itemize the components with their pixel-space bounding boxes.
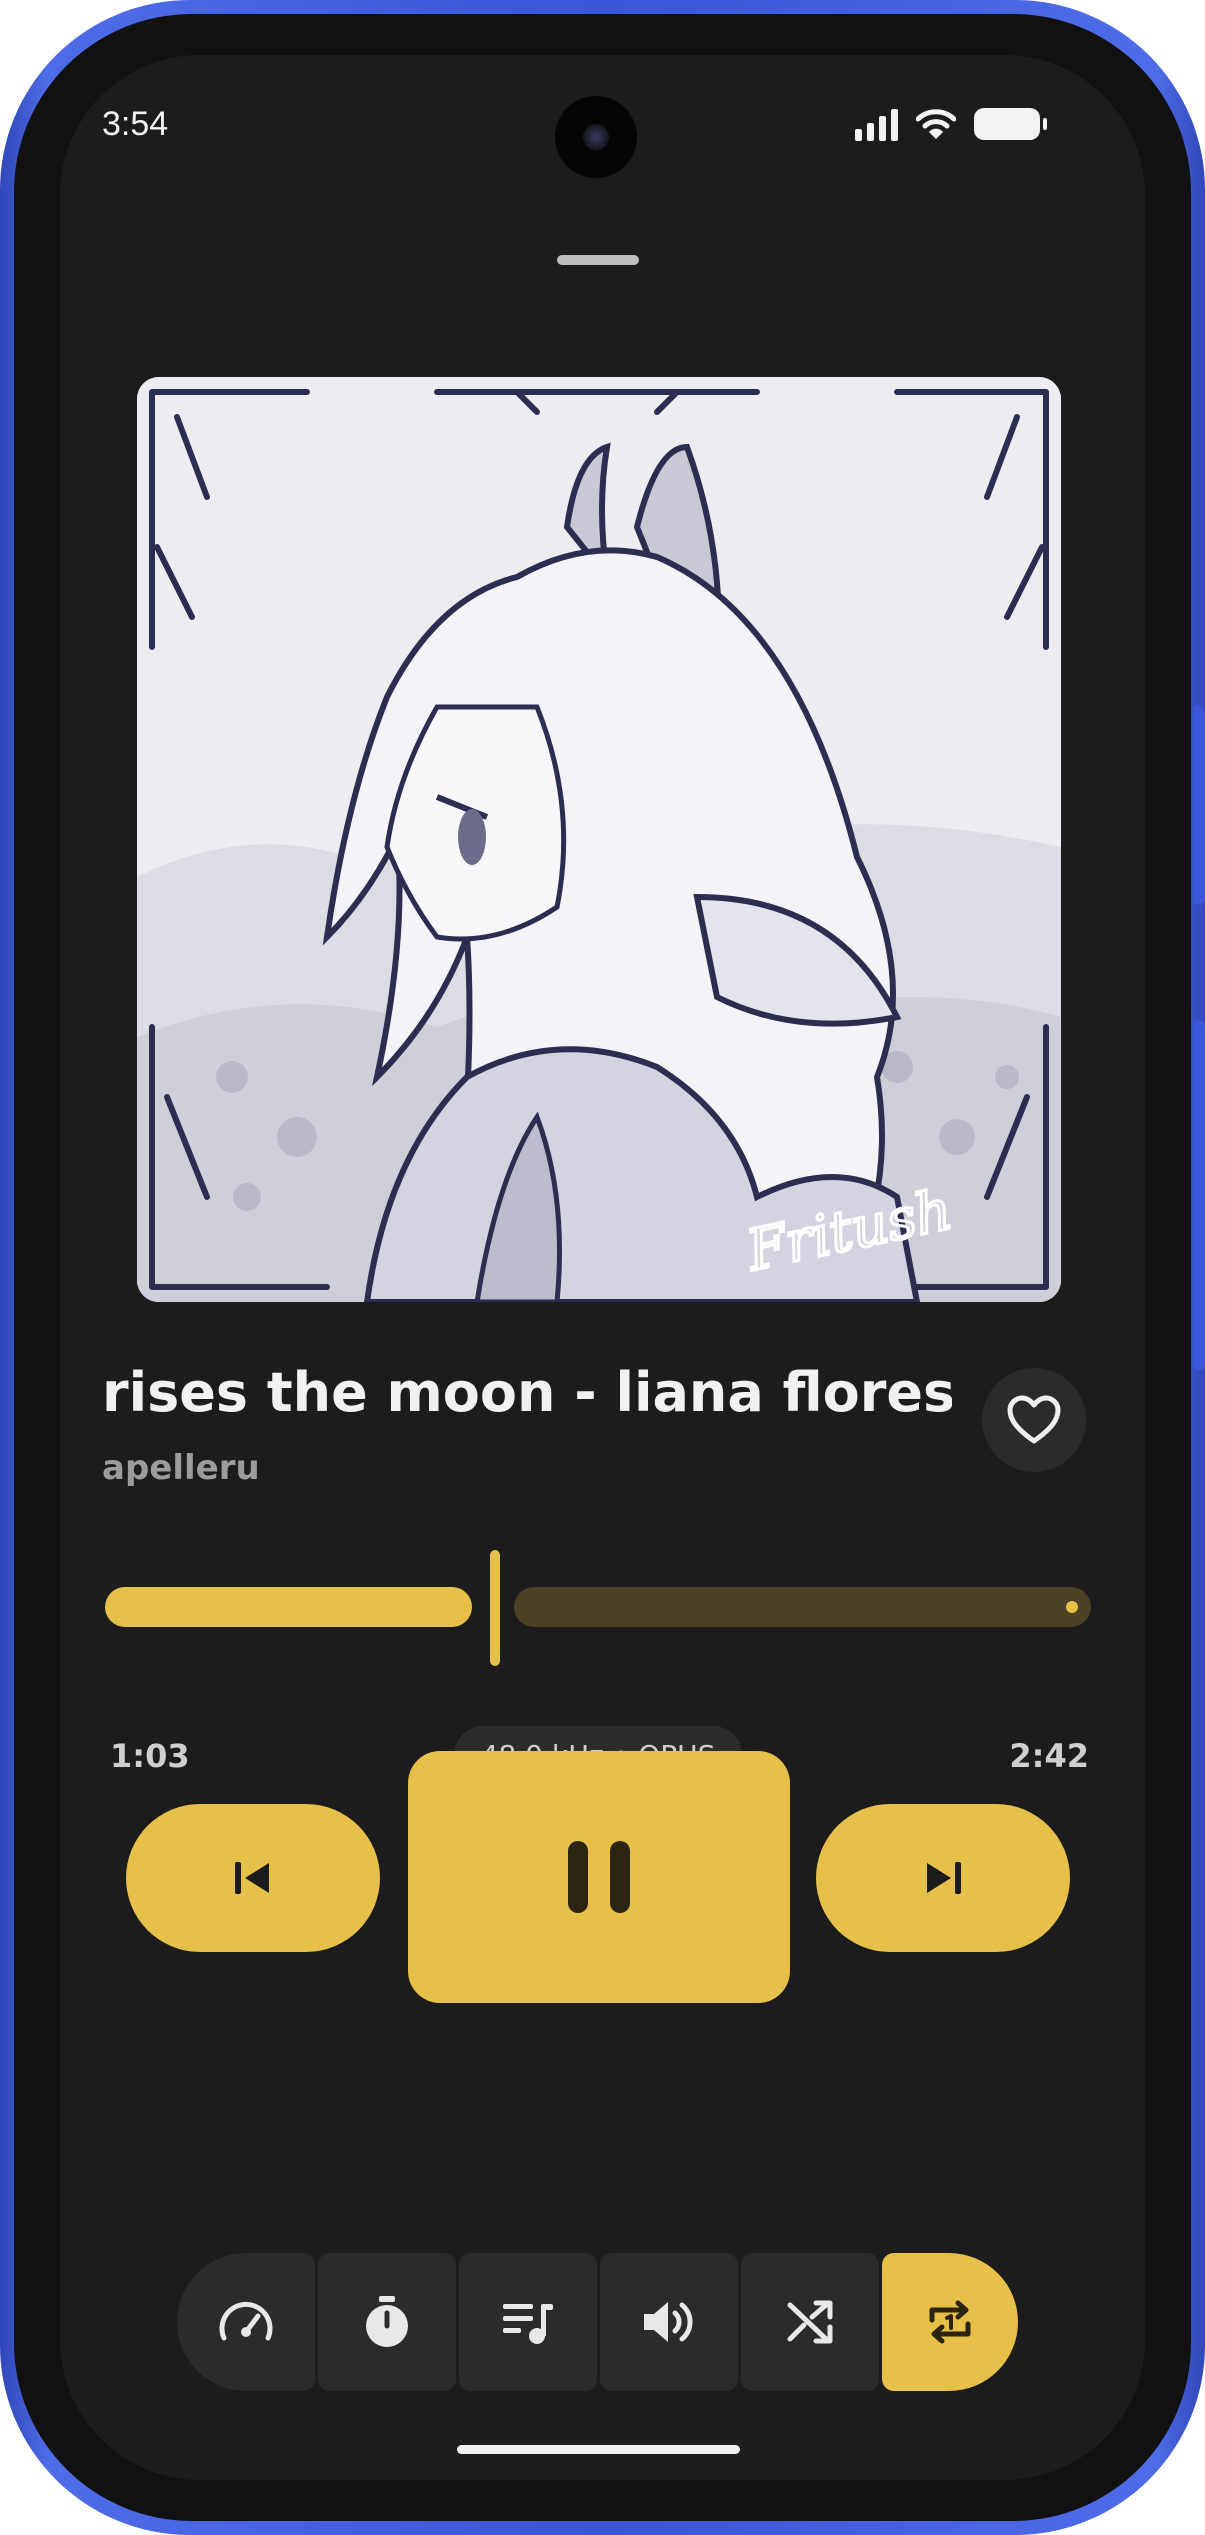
heart-icon — [1007, 1395, 1061, 1444]
power-button — [1193, 1020, 1205, 1370]
seekbar-remaining — [514, 1587, 1091, 1627]
shuffle-button[interactable] — [741, 2253, 879, 2391]
pause-icon — [568, 1841, 630, 1913]
play-pause-button[interactable] — [408, 1751, 790, 2003]
favorite-button[interactable] — [982, 1368, 1086, 1472]
front-camera — [555, 96, 637, 178]
previous-button[interactable] — [126, 1804, 380, 1952]
skip-previous-icon — [235, 1862, 269, 1894]
seekbar-thumb[interactable] — [490, 1550, 500, 1666]
repeat-button[interactable] — [882, 2253, 1018, 2391]
home-indicator[interactable] — [457, 2445, 740, 2454]
queue-button[interactable] — [459, 2253, 597, 2391]
sheet-drag-handle[interactable] — [557, 255, 639, 265]
repeat-one-icon — [929, 2300, 971, 2344]
status-icons — [855, 107, 1047, 141]
playback-speed-button[interactable] — [177, 2253, 315, 2391]
speed-icon — [219, 2301, 273, 2341]
shuffle-icon — [787, 2300, 833, 2344]
sleep-timer-button[interactable] — [318, 2253, 456, 2391]
seekbar-end-dot — [1066, 1601, 1078, 1613]
volume-up-button — [1193, 705, 1205, 905]
status-time: 3:54 — [102, 105, 169, 143]
seekbar-played — [105, 1587, 472, 1627]
current-time: 1:03 — [110, 1737, 190, 1775]
sleep-timer-icon — [366, 2296, 408, 2347]
phone-frame: 3:54 Fritush rises the moon - liana flor… — [0, 0, 1205, 2535]
artwork-illustration: Fritush — [137, 377, 1061, 1302]
queue-icon — [503, 2304, 553, 2344]
signal-icon — [855, 107, 898, 141]
player-screen: 3:54 Fritush rises the moon - liana flor… — [60, 55, 1145, 2480]
wifi-icon — [916, 109, 956, 139]
volume-button[interactable] — [600, 2253, 738, 2391]
battery-icon — [974, 108, 1047, 140]
track-artist[interactable]: apelleru — [102, 1448, 260, 1488]
total-time: 2:42 — [1009, 1737, 1089, 1775]
track-title: rises the moon - liana flores / Cover — [102, 1361, 952, 1424]
volume-icon — [644, 2302, 693, 2342]
skip-next-icon — [927, 1862, 961, 1894]
next-button[interactable] — [816, 1804, 1070, 1952]
album-artwork: Fritush — [137, 377, 1061, 1302]
